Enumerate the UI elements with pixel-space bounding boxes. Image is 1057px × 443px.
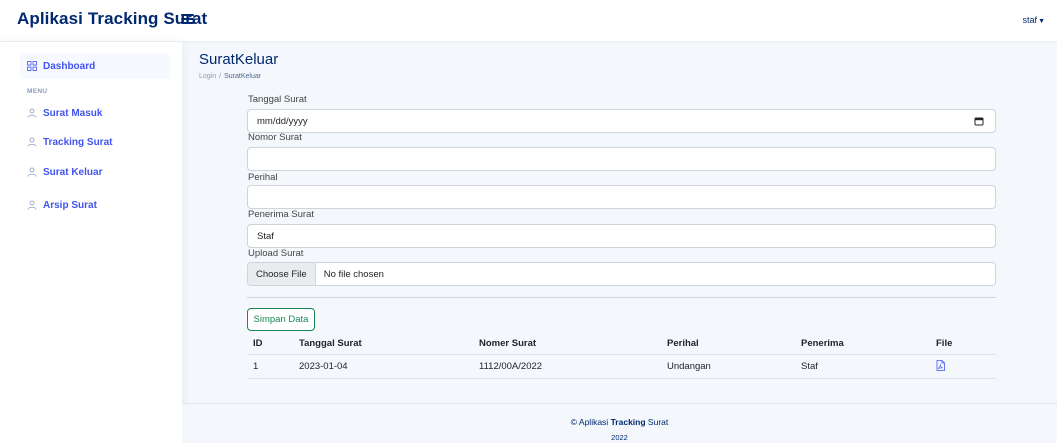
cell-penerima: Staf [801, 361, 818, 372]
sidebar-item-surat-masuk[interactable]: Surat Masuk [20, 100, 170, 126]
column-header-perihal: Perihal [667, 338, 699, 349]
sidebar-item-label: Surat Masuk [43, 107, 103, 119]
tanggal-surat-label: Tanggal Surat [248, 94, 307, 105]
nomor-surat-input[interactable] [247, 147, 996, 171]
sidebar-item-label: Tracking Surat [43, 136, 113, 148]
table-row: 1 2023-01-04 1112/00A/2022 Undangan Staf [247, 355, 996, 379]
surat-keluar-table: ID Tanggal Surat Nomer Surat Perihal Pen… [247, 333, 996, 379]
sidebar-item-label: Arsip Surat [43, 199, 97, 211]
user-name: staf [1022, 15, 1038, 25]
breadcrumb: Login / SuratKeluar [199, 73, 261, 80]
footer-bold: Tracking [610, 417, 646, 427]
sidebar-item-label: Surat Keluar [43, 166, 103, 178]
footer-year: 2022 [611, 433, 628, 442]
sidebar-item-tracking-surat[interactable]: Tracking Surat [20, 129, 170, 155]
breadcrumb-current: SuratKeluar [224, 73, 262, 80]
penerima-surat-value: Staf [257, 230, 274, 242]
table-header-row: ID Tanggal Surat Nomer Surat Perihal Pen… [247, 333, 996, 355]
column-header-nomer: Nomer Surat [479, 338, 537, 349]
perihal-label: Perihal [248, 172, 278, 183]
cell-tanggal: 2023-01-04 [299, 361, 348, 372]
footer-prefix: Aplikasi [578, 417, 609, 427]
breadcrumb-login-link[interactable]: Login [199, 73, 216, 80]
page-title: SuratKeluar [199, 51, 279, 68]
person-icon [26, 166, 38, 178]
breadcrumb-separator: / [219, 73, 222, 80]
top-navbar: Aplikasi Tracking Surat staf▼ [0, 0, 1057, 42]
cell-file [936, 355, 945, 378]
cell-perihal: Undangan [667, 361, 711, 372]
sidebar-item-surat-keluar[interactable]: Surat Keluar [20, 159, 170, 185]
simpan-data-button[interactable]: Simpan Data [247, 308, 315, 331]
person-icon [26, 136, 38, 148]
user-menu[interactable]: staf▼ [1023, 15, 1045, 25]
sidebar-item-arsip-surat[interactable]: Arsip Surat [20, 192, 170, 218]
copyright-symbol: © [570, 417, 577, 427]
penerima-surat-input[interactable]: Staf [247, 224, 996, 248]
column-header-tanggal: Tanggal Surat [299, 338, 362, 349]
calendar-icon[interactable] [974, 116, 984, 126]
cell-id: 1 [253, 361, 259, 372]
form-divider [247, 297, 996, 298]
column-header-penerima: Penerima [801, 338, 844, 349]
upload-surat-label: Upload Surat [248, 248, 304, 259]
footer-suffix: Surat [647, 417, 669, 427]
choose-file-button[interactable]: Choose File [248, 263, 316, 285]
perihal-input[interactable] [247, 185, 996, 209]
chevron-down-icon: ▼ [1038, 18, 1045, 25]
footer-copyright: © Aplikasi Tracking Surat [182, 417, 1057, 427]
pdf-file-icon[interactable] [936, 359, 945, 374]
app-brand[interactable]: Aplikasi Tracking Surat [17, 9, 207, 29]
upload-surat-input[interactable]: Choose File No file chosen [247, 262, 996, 286]
column-header-file: File [936, 338, 953, 349]
person-icon [26, 199, 38, 211]
sidebar-item-label: Dashboard [43, 60, 96, 72]
penerima-surat-label: Penerima Surat [248, 209, 315, 220]
sidebar-heading: MENU [27, 88, 48, 95]
tanggal-surat-value: mm/dd/yyyy [257, 115, 308, 127]
footer: © Aplikasi Tracking Surat 2022 [182, 403, 1057, 443]
cell-nomer: 1112/00A/2022 [479, 361, 543, 372]
column-header-id: ID [253, 338, 263, 349]
file-status-text: No file chosen [323, 268, 384, 280]
nomor-surat-label: Nomor Surat [248, 132, 302, 143]
menu-toggle-icon[interactable] [180, 9, 198, 29]
person-icon [26, 107, 38, 119]
grid-icon [26, 60, 38, 72]
tanggal-surat-input[interactable]: mm/dd/yyyy [247, 109, 996, 133]
sidebar-item-dashboard[interactable]: Dashboard [20, 53, 170, 79]
